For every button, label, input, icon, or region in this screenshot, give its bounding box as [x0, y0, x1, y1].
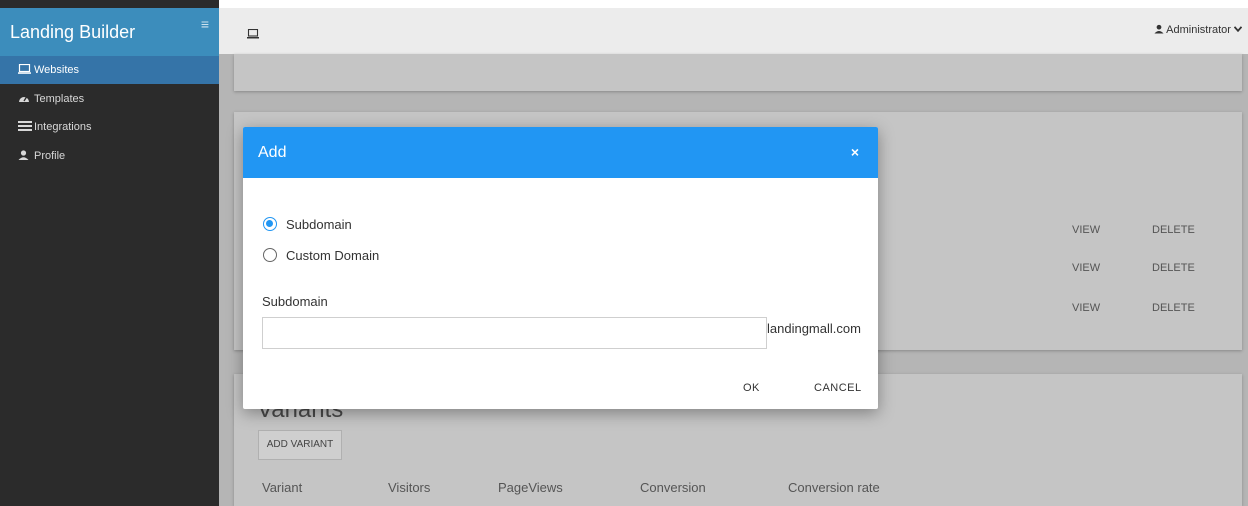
top-bar [219, 8, 1248, 54]
website-card [234, 54, 1242, 91]
custom-domain-radio-label[interactable]: Custom Domain [286, 248, 379, 263]
column-header-conversion: Conversion [640, 480, 706, 495]
domain-suffix: landingmall.com [767, 321, 861, 336]
sidebar-item-templates[interactable]: Templates [0, 85, 219, 113]
modal-header: Add × [243, 127, 878, 178]
laptop-icon [18, 64, 31, 74]
modal-title: Add [258, 144, 287, 161]
user-menu[interactable]: Administrator [1154, 24, 1243, 36]
column-header-visitors: Visitors [388, 480, 431, 495]
brand-title[interactable]: Landing Builder [10, 22, 135, 43]
hamburger-icon[interactable]: ≡ [201, 16, 209, 32]
sidebar-item-label: Integrations [34, 121, 92, 133]
user-name: Administrator [1166, 24, 1231, 36]
user-icon [1154, 24, 1164, 34]
sidebar-item-profile[interactable]: Profile [0, 142, 219, 170]
subdomain-field-label: Subdomain [262, 294, 328, 309]
delete-button[interactable]: DELETE [1152, 262, 1195, 274]
add-variant-button[interactable]: ADD VARIANT [258, 430, 342, 460]
view-button[interactable]: VIEW [1072, 262, 1100, 274]
column-header-pageviews: PageViews [498, 480, 563, 495]
column-header-variant: Variant [262, 480, 303, 495]
sidebar-item-integrations[interactable]: Integrations [0, 113, 219, 141]
cancel-button[interactable]: CANCEL [814, 382, 862, 394]
dashboard-icon [19, 96, 29, 102]
close-icon[interactable]: × [851, 144, 859, 160]
ok-button[interactable]: OK [743, 382, 760, 394]
subdomain-input[interactable] [262, 317, 767, 349]
add-domain-modal: Add × Subdomain Custom Domain Subdomain … [243, 127, 878, 409]
column-header-conversion-rate: Conversion rate [788, 480, 880, 495]
sidebar-header: Landing Builder ≡ [0, 8, 219, 56]
delete-button[interactable]: DELETE [1152, 302, 1195, 314]
chevron-down-icon [1233, 26, 1243, 33]
delete-button[interactable]: DELETE [1152, 224, 1195, 236]
subdomain-radio-label[interactable]: Subdomain [286, 217, 352, 232]
sidebar-item-label: Profile [34, 150, 66, 162]
sidebar: Landing Builder ≡ Websites Templates Int… [0, 0, 219, 506]
view-button[interactable]: VIEW [1072, 224, 1100, 236]
user-icon [18, 150, 29, 160]
subdomain-radio[interactable] [263, 217, 277, 231]
sidebar-item-label: Templates [34, 93, 85, 105]
integrations-icon [18, 121, 32, 131]
sidebar-item-websites[interactable]: Websites [0, 56, 219, 84]
sidebar-item-label: Websites [34, 64, 80, 76]
laptop-icon[interactable] [247, 26, 259, 44]
custom-domain-radio[interactable] [263, 248, 277, 262]
view-button[interactable]: VIEW [1072, 302, 1100, 314]
